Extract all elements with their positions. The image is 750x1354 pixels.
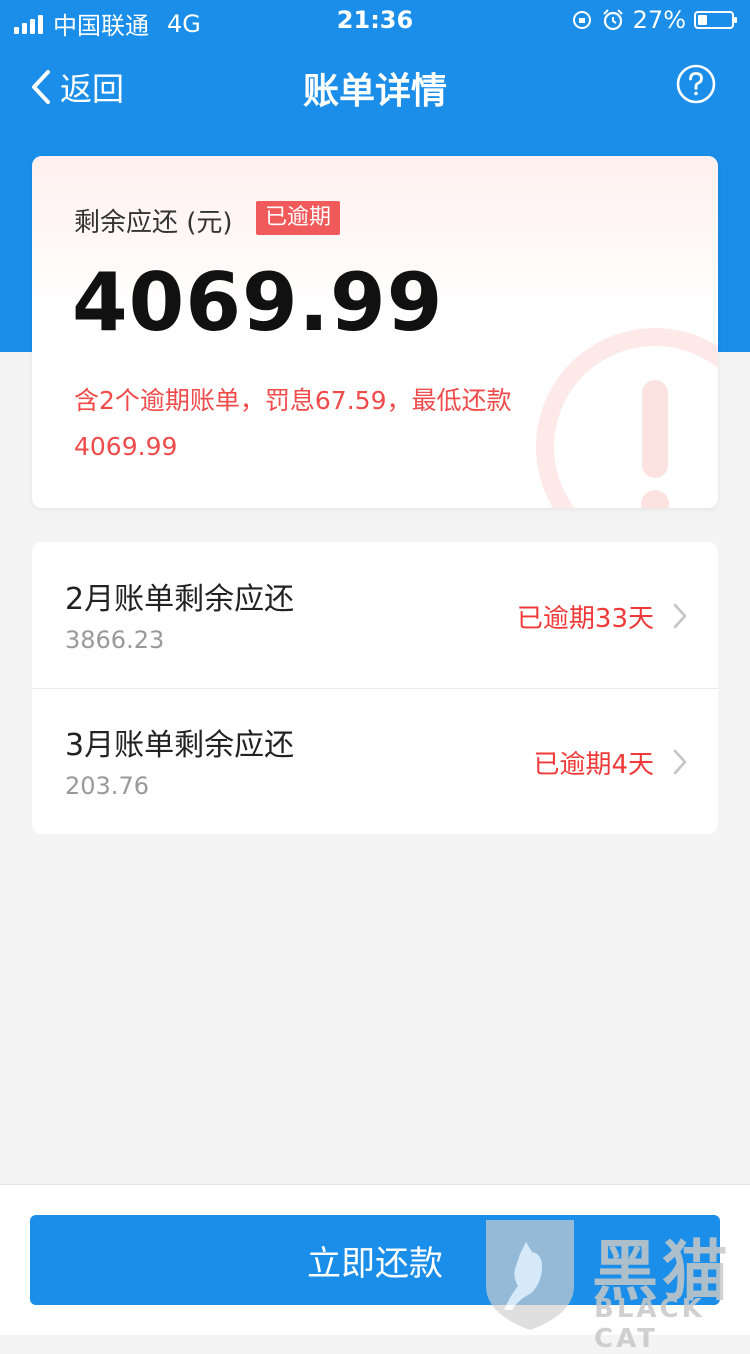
bill-overdue-status: 已逾期33天 <box>516 604 654 634</box>
pay-now-button[interactable]: 立即还款 <box>30 1215 720 1305</box>
summary-card: 剩余应还 (元) 已逾期 4069.99 含2个逾期账单，罚息67.59，最低还… <box>32 156 718 508</box>
overdue-note: 含2个逾期账单，罚息67.59，最低还款4069.99 <box>74 386 512 461</box>
bill-overdue-status: 已逾期4天 <box>533 750 654 780</box>
status-right: 27% <box>571 6 737 34</box>
bill-row-march[interactable]: 3月账单剩余应还 203.76 已逾期4天 <box>32 688 718 834</box>
bill-amount: 203.76 <box>65 772 149 800</box>
alarm-icon <box>602 9 623 31</box>
bill-title: 3月账单剩余应还 <box>65 728 295 763</box>
overdue-badge: 已逾期 <box>256 201 341 235</box>
remaining-amount: 4069.99 <box>72 256 444 349</box>
question-circle-icon[interactable] <box>676 64 716 104</box>
rotation-lock-icon <box>572 11 591 29</box>
bills-list: 2月账单剩余应还 3866.23 已逾期33天 3月账单剩余应还 203.76 … <box>32 542 718 834</box>
chevron-right-icon <box>673 749 687 775</box>
battery-fill <box>698 15 707 25</box>
battery-percent: 27% <box>632 6 686 34</box>
bottom-action-bar: 立即还款 <box>0 1184 750 1335</box>
bill-amount: 3866.23 <box>65 626 165 654</box>
page-title: 账单详情 <box>302 71 447 112</box>
nav-bar: 返回 账单详情 <box>0 40 750 132</box>
battery-icon <box>694 11 737 29</box>
bill-row-february[interactable]: 2月账单剩余应还 3866.23 已逾期33天 <box>32 542 718 689</box>
bill-title: 2月账单剩余应还 <box>65 582 295 617</box>
warning-watermark-icon <box>536 328 718 508</box>
chevron-right-icon <box>673 603 687 629</box>
remaining-label: 剩余应还 (元) <box>74 208 233 238</box>
status-bar: 中国联通 4G 21:36 27% <box>0 0 750 40</box>
